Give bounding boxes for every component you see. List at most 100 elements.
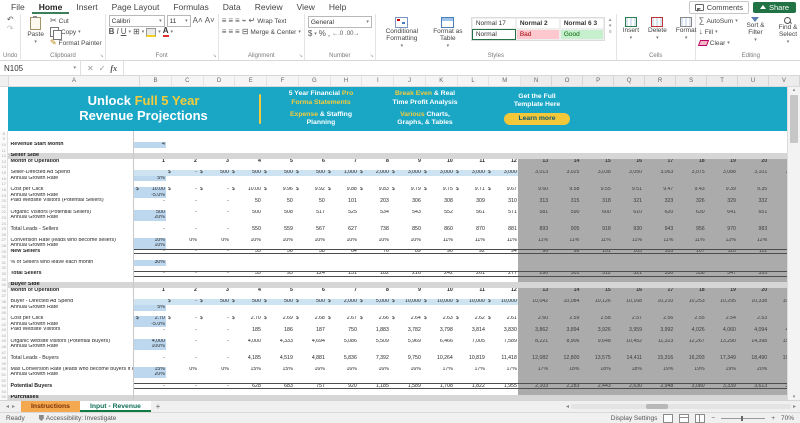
ribbon-tab-insert[interactable]: Insert <box>69 0 104 14</box>
accounting-format-icon[interactable]: $ <box>308 30 312 38</box>
name-box[interactable]: N105 ▾ <box>0 61 81 75</box>
align-middle-icon[interactable]: ≡ <box>228 17 233 25</box>
copy-button[interactable]: Copy ▾ <box>49 27 102 40</box>
grid-cell[interactable] <box>454 394 487 401</box>
font-dialog-launcher[interactable]: ↘ <box>213 53 217 59</box>
grid-cell[interactable] <box>166 394 199 401</box>
vertical-scroll-thumb[interactable] <box>790 95 798 143</box>
align-center-icon[interactable]: ≡ <box>228 28 233 36</box>
col-header-V[interactable]: V <box>769 76 800 86</box>
font-size-select[interactable]: 11 ▾ <box>166 15 191 27</box>
shrink-font-icon[interactable]: A˅ <box>205 17 215 25</box>
align-left-icon[interactable]: ≡ <box>222 28 227 36</box>
ribbon-tab-data[interactable]: Data <box>216 0 248 14</box>
grow-font-icon[interactable]: A˄ <box>193 17 203 25</box>
scroll-right-icon[interactable]: ▸ <box>793 403 796 410</box>
col-header-K[interactable]: K <box>426 76 458 86</box>
display-settings-button[interactable]: Display Settings <box>611 415 658 422</box>
col-header-D[interactable]: D <box>204 76 236 86</box>
col-header-L[interactable]: L <box>458 76 490 86</box>
vertical-scrollbar[interactable]: ▴ ▾ <box>787 87 800 400</box>
col-header-O[interactable]: O <box>552 76 584 86</box>
ribbon-tab-file[interactable]: File <box>4 0 32 14</box>
style-good[interactable]: Good <box>559 29 604 40</box>
col-header-H[interactable]: H <box>331 76 363 86</box>
grid-cell[interactable] <box>358 394 391 401</box>
col-header-U[interactable]: U <box>738 76 770 86</box>
align-top-icon[interactable]: ≡ <box>222 17 227 25</box>
zoom-level[interactable]: 70% <box>781 415 794 422</box>
style-normal[interactable]: Normal <box>471 29 516 40</box>
grid-cell[interactable] <box>134 394 167 401</box>
select-all-button[interactable] <box>0 76 9 86</box>
scroll-up-icon[interactable]: ▴ <box>788 87 800 93</box>
number-dialog-launcher[interactable]: ↘ <box>370 53 374 59</box>
row-label[interactable]: Purchases <box>8 394 135 401</box>
ribbon-tab-help[interactable]: Help <box>322 0 353 14</box>
merge-center-button[interactable]: ⊟ Merge & Center ▾ <box>242 27 301 37</box>
grid-cell[interactable] <box>262 394 295 401</box>
bold-button[interactable]: B <box>109 28 115 36</box>
horizontal-scrollbar[interactable]: ◂ ▸ <box>562 401 800 412</box>
col-header-B[interactable]: B <box>140 76 172 86</box>
horizontal-scroll-thumb[interactable] <box>645 404 668 409</box>
grid-cell[interactable] <box>422 394 455 401</box>
row-header[interactable]: 55 <box>0 394 9 401</box>
redo-icon[interactable]: ↷ <box>7 25 14 33</box>
scroll-down-icon[interactable]: ▾ <box>788 394 800 400</box>
grid-cell[interactable] <box>580 394 613 401</box>
comma-format-icon[interactable]: , <box>328 30 330 38</box>
scroll-left-icon[interactable]: ◂ <box>566 403 569 410</box>
style-normal-6-3[interactable]: Normal 6 3 <box>559 18 604 29</box>
find-select-button[interactable]: Find & Select ▾ <box>773 16 800 46</box>
normal-view-icon[interactable] <box>663 413 674 423</box>
col-header-C[interactable]: C <box>172 76 204 86</box>
insert-cells-button[interactable]: Insert ▾ <box>620 16 642 42</box>
grid-cell[interactable] <box>326 394 359 401</box>
col-header-G[interactable]: G <box>299 76 331 86</box>
decrease-decimal-icon[interactable]: .00→ <box>345 31 359 37</box>
formula-input[interactable] <box>124 61 800 75</box>
page-break-view-icon[interactable] <box>695 413 706 423</box>
col-header-I[interactable]: I <box>362 76 395 86</box>
sheet-nav-left-icon[interactable]: ◂ <box>6 403 9 410</box>
col-header-J[interactable]: J <box>394 76 426 86</box>
ribbon-tab-review[interactable]: Review <box>248 0 290 14</box>
cancel-icon[interactable]: ✕ <box>87 64 94 73</box>
share-button[interactable]: Share <box>752 1 796 13</box>
col-header-P[interactable]: P <box>583 76 615 86</box>
grid-cell[interactable] <box>294 394 327 401</box>
undo-icon[interactable]: ↶ <box>7 16 14 24</box>
grid-cell[interactable] <box>486 394 519 401</box>
grid-cell[interactable] <box>612 394 644 401</box>
clipboard-dialog-launcher[interactable]: ↘ <box>99 53 103 59</box>
font-color-button[interactable]: A <box>162 27 169 37</box>
learn-more-button[interactable]: Learn more <box>504 112 570 126</box>
ribbon-tab-view[interactable]: View <box>290 0 322 14</box>
grid-cell[interactable] <box>706 394 738 401</box>
grid-cell[interactable] <box>674 394 707 401</box>
italic-button[interactable]: I <box>116 28 118 36</box>
col-header-T[interactable]: T <box>707 76 739 86</box>
grid-cell[interactable] <box>737 394 769 401</box>
clear-button[interactable]: Clear ▾ <box>697 38 738 48</box>
grid-cell[interactable] <box>643 394 675 401</box>
col-header-A[interactable]: A <box>9 76 141 86</box>
format-as-table-button[interactable]: Format as Table ▾ <box>428 16 468 50</box>
sheet-nav-right-icon[interactable]: ▸ <box>12 403 15 410</box>
style-normal-2[interactable]: Normal 2 <box>515 18 560 29</box>
style-bad[interactable]: Bad <box>515 29 560 40</box>
conditional-formatting-button[interactable]: Conditional Formatting ▾ <box>379 16 425 50</box>
style-normal-17[interactable]: Normal 17 <box>471 18 516 29</box>
col-header-R[interactable]: R <box>645 76 677 86</box>
grid-cell[interactable] <box>549 394 581 401</box>
underline-button[interactable]: U <box>121 28 127 36</box>
insert-function-icon[interactable]: fx <box>110 64 117 73</box>
col-header-M[interactable]: M <box>489 76 522 86</box>
col-header-E[interactable]: E <box>235 76 268 86</box>
zoom-out-icon[interactable]: − <box>711 415 715 422</box>
grid-cell[interactable] <box>198 394 231 401</box>
col-header-N[interactable]: N <box>521 76 553 86</box>
grid-cell[interactable] <box>518 394 550 401</box>
ribbon-tab-formulas[interactable]: Formulas <box>166 0 215 14</box>
